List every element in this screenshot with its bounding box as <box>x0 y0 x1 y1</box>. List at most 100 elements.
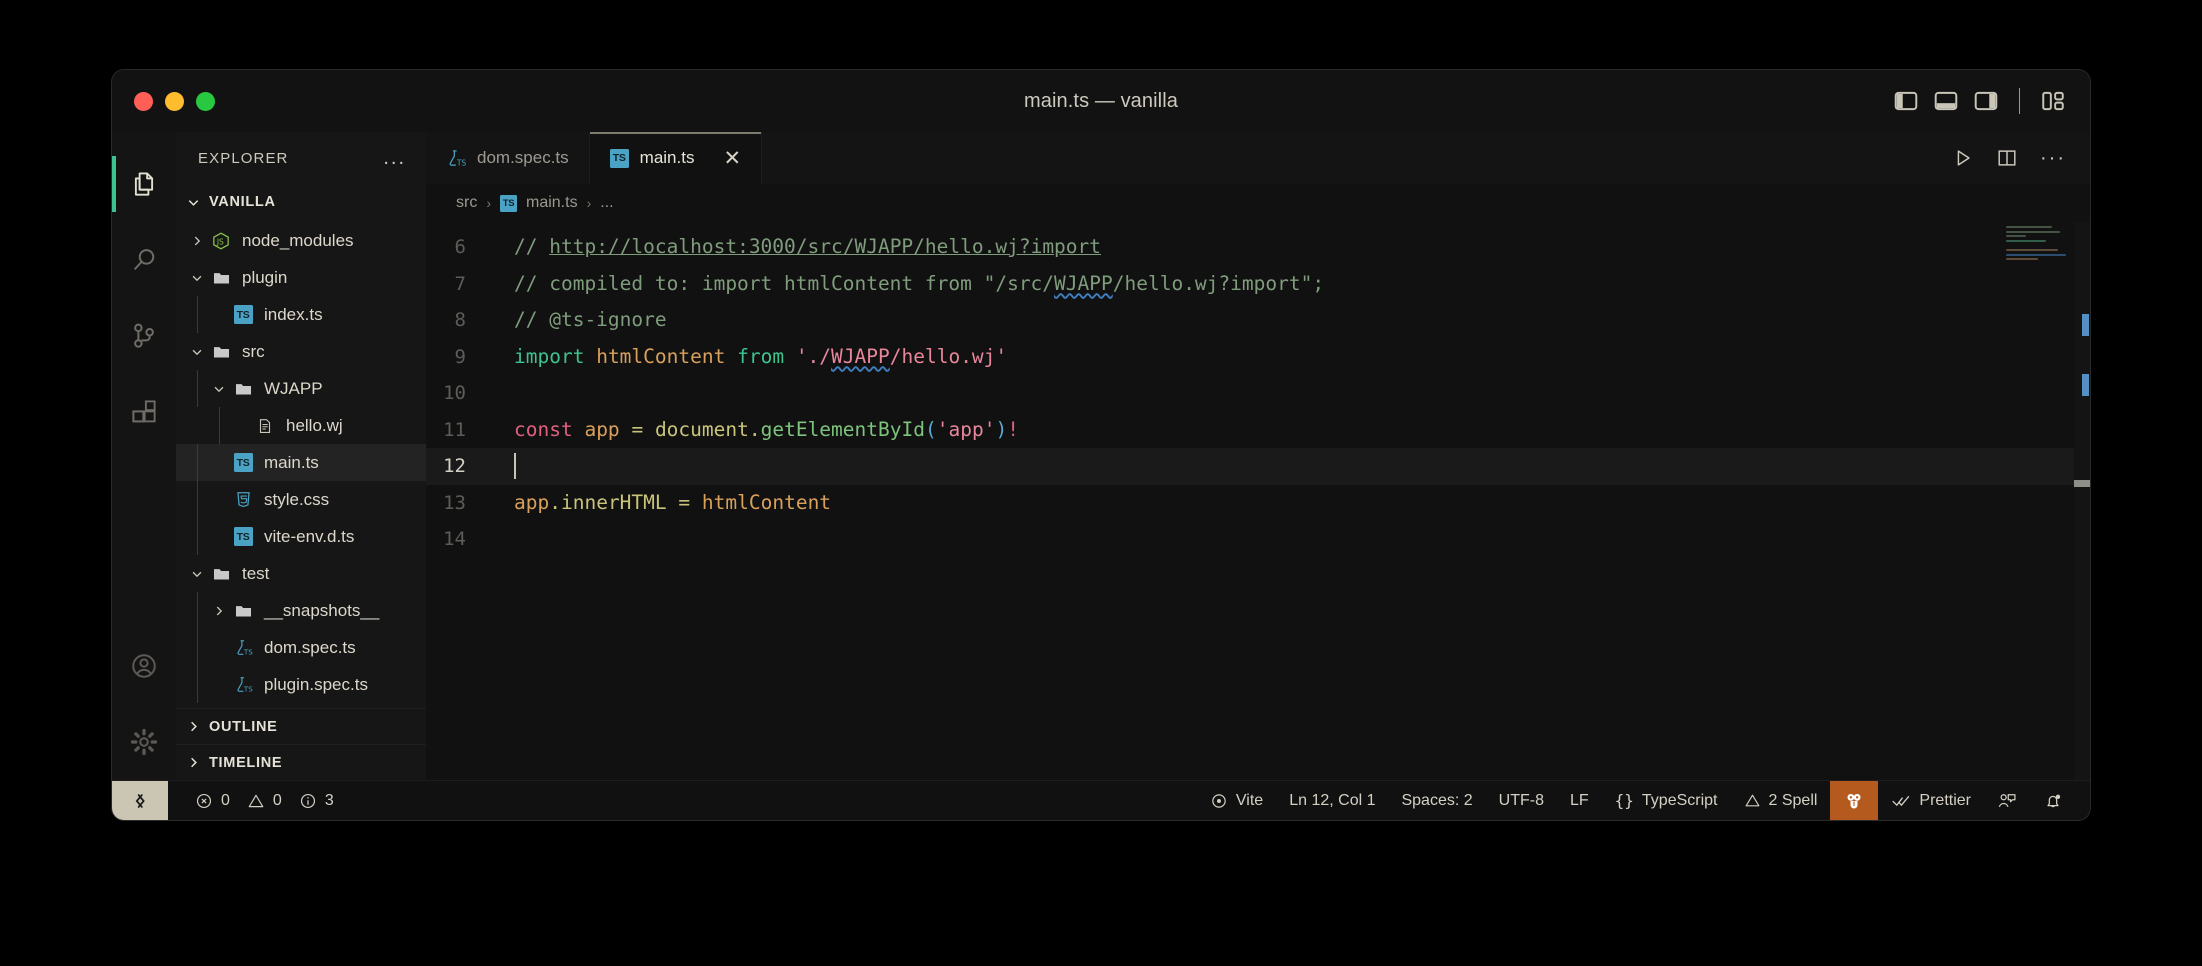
tree-item-node-modules[interactable]: JS node_modules <box>176 222 426 259</box>
identifier-token: app <box>514 490 550 514</box>
tree-item-plugin-spec-ts[interactable]: TS plugin.spec.ts <box>176 666 426 703</box>
remote-indicator[interactable] <box>112 780 168 820</box>
close-window-button[interactable] <box>134 91 153 111</box>
folder-icon <box>208 342 234 361</box>
layout-panel-bottom-icon[interactable] <box>1933 88 1959 114</box>
outline-section-header[interactable]: OUTLINE <box>176 708 426 744</box>
chevron-down-icon[interactable] <box>186 271 208 285</box>
tree-item-vite-env-d-ts[interactable]: TS vite-env.d.ts <box>176 518 426 555</box>
code-line: 7 // compiled to: import htmlContent fro… <box>426 266 2090 303</box>
sidebar-item-source-control[interactable] <box>112 298 176 374</box>
status-tabnine[interactable] <box>1830 780 1879 820</box>
minimize-window-button[interactable] <box>165 91 184 111</box>
explorer-more-actions-icon[interactable]: ... <box>383 148 406 168</box>
status-editor-eol[interactable]: LF <box>1557 781 1602 821</box>
status-vite[interactable]: Vite <box>1197 781 1276 821</box>
tree-item-test[interactable]: test <box>176 555 426 592</box>
source-control-icon <box>134 323 154 348</box>
operator-token: ! <box>1007 417 1019 441</box>
tree-item-main-ts[interactable]: TS main.ts <box>176 444 426 481</box>
zoom-window-button[interactable] <box>196 91 215 111</box>
status-notifications[interactable] <box>2030 781 2076 821</box>
explorer-root-folder[interactable]: VANILLA <box>176 184 426 220</box>
status-prettier-label: Prettier <box>1919 791 1971 809</box>
tab-label: dom.spec.ts <box>477 148 569 167</box>
minimap[interactable] <box>2006 226 2068 266</box>
breadcrumb-item-more[interactable]: ... <box>600 194 613 212</box>
breadcrumb-separator: › <box>486 195 491 211</box>
identifier-token: htmlContent <box>596 344 726 368</box>
code-content[interactable]: 6 // http://localhost:3000/src/WJAPP/hel… <box>426 222 2090 780</box>
chevron-down-icon[interactable] <box>186 345 208 359</box>
function-token: getElementById <box>760 417 925 441</box>
layout-sidebar-right-icon[interactable] <box>1973 88 1999 114</box>
info-icon <box>300 793 315 808</box>
breadcrumb-item-main-ts[interactable]: main.ts <box>526 194 578 212</box>
manage-settings-button[interactable] <box>112 704 176 780</box>
tree-item--snapshots-[interactable]: __snapshots__ <box>176 592 426 629</box>
status-editor-position[interactable]: Ln 12, Col 1 <box>1276 781 1388 821</box>
chevron-right-icon[interactable] <box>208 604 230 618</box>
problems-status[interactable]: 0 0 3 <box>182 781 347 821</box>
comment-url-token: http://localhost:3000/src/WJAPP/hello.wj… <box>549 235 1102 258</box>
ts-icon: TS <box>609 148 629 168</box>
status-bar-left: 0 0 3 <box>168 781 347 821</box>
line-number: 8 <box>454 309 466 331</box>
tree-item-label: main.ts <box>264 452 319 472</box>
accounts-button[interactable] <box>112 628 176 704</box>
titlebar-divider <box>2019 88 2020 114</box>
chevron-down-icon[interactable] <box>208 382 230 396</box>
status-prettier[interactable]: Prettier <box>1878 781 1984 821</box>
text-cursor <box>514 453 516 479</box>
tree-item-index-ts[interactable]: TS index.ts <box>176 296 426 333</box>
chevron-right-icon[interactable] <box>186 234 208 248</box>
warning-count: 0 <box>272 791 282 809</box>
tree-item-plugin[interactable]: plugin <box>176 259 426 296</box>
breadcrumb-item-src[interactable]: src <box>456 194 477 212</box>
punctuation-token: ) <box>995 417 1008 441</box>
line-text: import htmlContent from './WJAPP/hello.w… <box>488 339 1007 376</box>
scrollbar-thumb[interactable] <box>2074 480 2090 487</box>
editor-actions: ··· <box>1928 132 2090 184</box>
file-tree[interactable]: JS node_modules plugin TS index.ts src WJAPP he… <box>176 220 426 708</box>
folder-icon <box>208 564 234 583</box>
status-encoding-label: UTF-8 <box>1498 791 1544 809</box>
editor-group: TS dom.spec.ts TS main.ts ✕ ··· src › TS… <box>426 132 2090 780</box>
tree-indent-guide <box>219 407 220 444</box>
code-editor[interactable]: 6 // http://localhost:3000/src/WJAPP/hel… <box>426 222 2090 780</box>
timeline-section-header[interactable]: TIMELINE <box>176 744 426 780</box>
sidebar-item-explorer[interactable] <box>112 146 176 222</box>
sidebar-item-extensions[interactable] <box>112 374 176 450</box>
layout-controls <box>1893 88 2090 114</box>
status-editor-indentation[interactable]: Spaces: 2 <box>1388 781 1485 821</box>
check-all-icon <box>1892 795 1910 806</box>
folder-icon <box>230 379 256 398</box>
tree-item-dom-spec-ts[interactable]: TS dom.spec.ts <box>176 629 426 666</box>
breadcrumb-separator: › <box>586 195 592 211</box>
status-editor-encoding[interactable]: UTF-8 <box>1486 781 1557 821</box>
status-spell-checker[interactable]: 2 Spell <box>1731 781 1831 821</box>
status-editor-language[interactable]: {} TypeScript <box>1602 781 1731 821</box>
layout-customize-icon[interactable] <box>2040 88 2066 114</box>
tree-item-hello-wj[interactable]: hello.wj <box>176 407 426 444</box>
editor-scrollbar[interactable] <box>2074 222 2090 780</box>
status-feedback[interactable] <box>1984 781 2030 821</box>
overview-marker <box>2082 314 2089 336</box>
code-line: 13 app.innerHTML = htmlContent <box>426 485 2090 522</box>
ellipsis-icon[interactable]: ··· <box>2040 148 2066 168</box>
operator-token: = <box>631 417 644 441</box>
breadcrumb[interactable]: src › TS main.ts › ... <box>426 184 2090 222</box>
tree-item-wjapp[interactable]: WJAPP <box>176 370 426 407</box>
spell-warning-token: WJAPP <box>831 344 890 368</box>
tab-main-ts[interactable]: TS main.ts ✕ <box>589 132 763 184</box>
tab-dom-spec-ts[interactable]: TS dom.spec.ts <box>426 132 590 184</box>
sidebar-item-search[interactable] <box>112 222 176 298</box>
split-editor-icon[interactable] <box>1996 147 2018 169</box>
code-line: 9 import htmlContent from './WJAPP/hello… <box>426 339 2090 376</box>
chevron-down-icon[interactable] <box>186 567 208 581</box>
tree-item-style-css[interactable]: style.css <box>176 481 426 518</box>
layout-sidebar-left-icon[interactable] <box>1893 88 1919 114</box>
tree-item-src[interactable]: src <box>176 333 426 370</box>
close-tab-icon[interactable]: ✕ <box>723 148 741 169</box>
play-icon[interactable] <box>1952 147 1974 169</box>
